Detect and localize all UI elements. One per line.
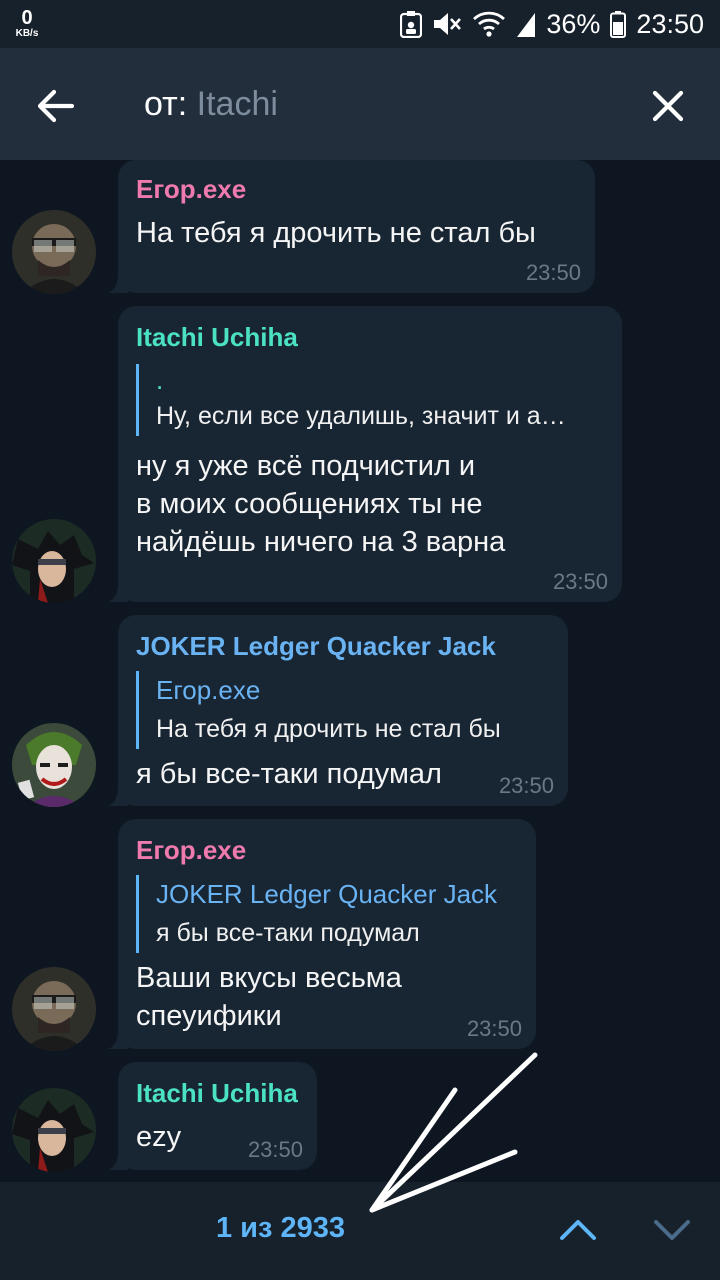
signal-icon	[516, 10, 536, 38]
message-time: 23:50	[552, 569, 608, 594]
search-input[interactable]: от: Itachi	[144, 82, 278, 126]
reply-quote[interactable]: . Ну, если все удалишь, значит и а…	[136, 364, 566, 436]
next-result-button[interactable]	[650, 1208, 694, 1252]
battery-icon	[610, 10, 627, 38]
network-speed-unit: KB/s	[15, 28, 39, 39]
bubble-tail	[108, 1152, 128, 1170]
message-text: я бы все-таки подумал	[136, 758, 442, 790]
message-text: ezy	[136, 1121, 182, 1153]
close-button[interactable]	[644, 82, 692, 130]
close-icon	[652, 90, 684, 122]
network-speed-value: 0	[21, 7, 33, 29]
message-bubble[interactable]: Егор.exe JOKER Ledger Quacker Jack я бы …	[108, 819, 536, 1049]
message-bubble[interactable]: Егор.exe На тебя я дрочить не стал бы 23…	[108, 160, 595, 293]
back-button[interactable]	[30, 80, 82, 132]
joker-avatar[interactable]	[12, 723, 96, 807]
chevron-down-icon	[654, 1220, 690, 1240]
egor-avatar[interactable]	[12, 967, 96, 1051]
message-text: На тебя я дрочить не стал бы	[136, 217, 536, 249]
message-text-line: спеуифики	[136, 1000, 282, 1032]
message-bubble[interactable]: JOKER Ledger Quacker Jack Егор.exe На те…	[108, 615, 568, 806]
reply-sender: Егор.exe	[156, 675, 261, 705]
message-bubble[interactable]: Itachi Uchiha ezy 23:50	[108, 1062, 317, 1170]
message-text-line: Ваши вкусы весьма	[136, 962, 402, 994]
network-speed: 0 KB/s	[10, 8, 44, 39]
vpn-lock-icon	[400, 10, 423, 38]
message-sender[interactable]: Itachi Uchiha	[136, 1078, 298, 1109]
message-text-line: ну я уже всё подчистил и	[136, 450, 476, 482]
egor-avatar[interactable]	[12, 210, 96, 294]
reply-sender: .	[156, 365, 164, 395]
battery-percent: 36%	[546, 8, 601, 39]
search-filter-prefix: от:	[144, 85, 197, 123]
status-time: 23:50	[636, 8, 704, 39]
bubble-tail	[108, 1031, 128, 1049]
bubble-tail	[108, 584, 128, 602]
message-time: 23:50	[466, 1016, 522, 1041]
search-result-counter: 1 из 2933	[216, 1212, 345, 1244]
message-time: 23:50	[498, 773, 554, 798]
message-bubble[interactable]: Itachi Uchiha . Ну, если все удалишь, зн…	[108, 306, 622, 602]
reply-text: я бы все-таки подумал	[156, 919, 420, 947]
chevron-up-icon	[560, 1220, 596, 1240]
reply-sender: JOKER Ledger Quacker Jack	[156, 879, 498, 909]
bubble-tail	[108, 788, 128, 806]
mute-icon	[432, 10, 462, 38]
previous-result-button[interactable]	[556, 1208, 600, 1252]
reply-quote[interactable]: Егор.exe На тебя я дрочить не стал бы	[136, 671, 501, 749]
message-text-line: в моих сообщениях ты не	[136, 488, 483, 520]
itachi-avatar[interactable]	[12, 519, 96, 603]
search-results-bar: 1 из 2933	[0, 1182, 720, 1280]
reply-text: На тебя я дрочить не стал бы	[156, 715, 501, 743]
message-list[interactable]: Егор.exe На тебя я дрочить не стал бы 23…	[0, 160, 720, 1182]
message-time: 23:50	[247, 1137, 303, 1162]
arrow-left-icon	[37, 89, 75, 123]
message-time: 23:50	[525, 260, 581, 285]
bubble-tail	[108, 275, 128, 293]
reply-quote[interactable]: JOKER Ledger Quacker Jack я бы все-таки …	[136, 875, 497, 953]
message-sender[interactable]: Itachi Uchiha	[136, 322, 298, 353]
message-text-line: найдёшь ничего на 3 варна	[136, 526, 506, 558]
message-sender[interactable]: Егор.exe	[136, 174, 246, 205]
status-bar: 0 KB/s 36% 23:50	[0, 0, 720, 48]
search-filter-value: Itachi	[196, 85, 278, 123]
reply-text: Ну, если все удалишь, значит и а…	[156, 402, 566, 430]
itachi-avatar[interactable]	[12, 1088, 96, 1172]
message-sender[interactable]: Егор.exe	[136, 835, 246, 866]
wifi-icon	[472, 10, 506, 38]
search-header: от: Itachi	[0, 48, 720, 160]
message-sender[interactable]: JOKER Ledger Quacker Jack	[136, 631, 496, 662]
